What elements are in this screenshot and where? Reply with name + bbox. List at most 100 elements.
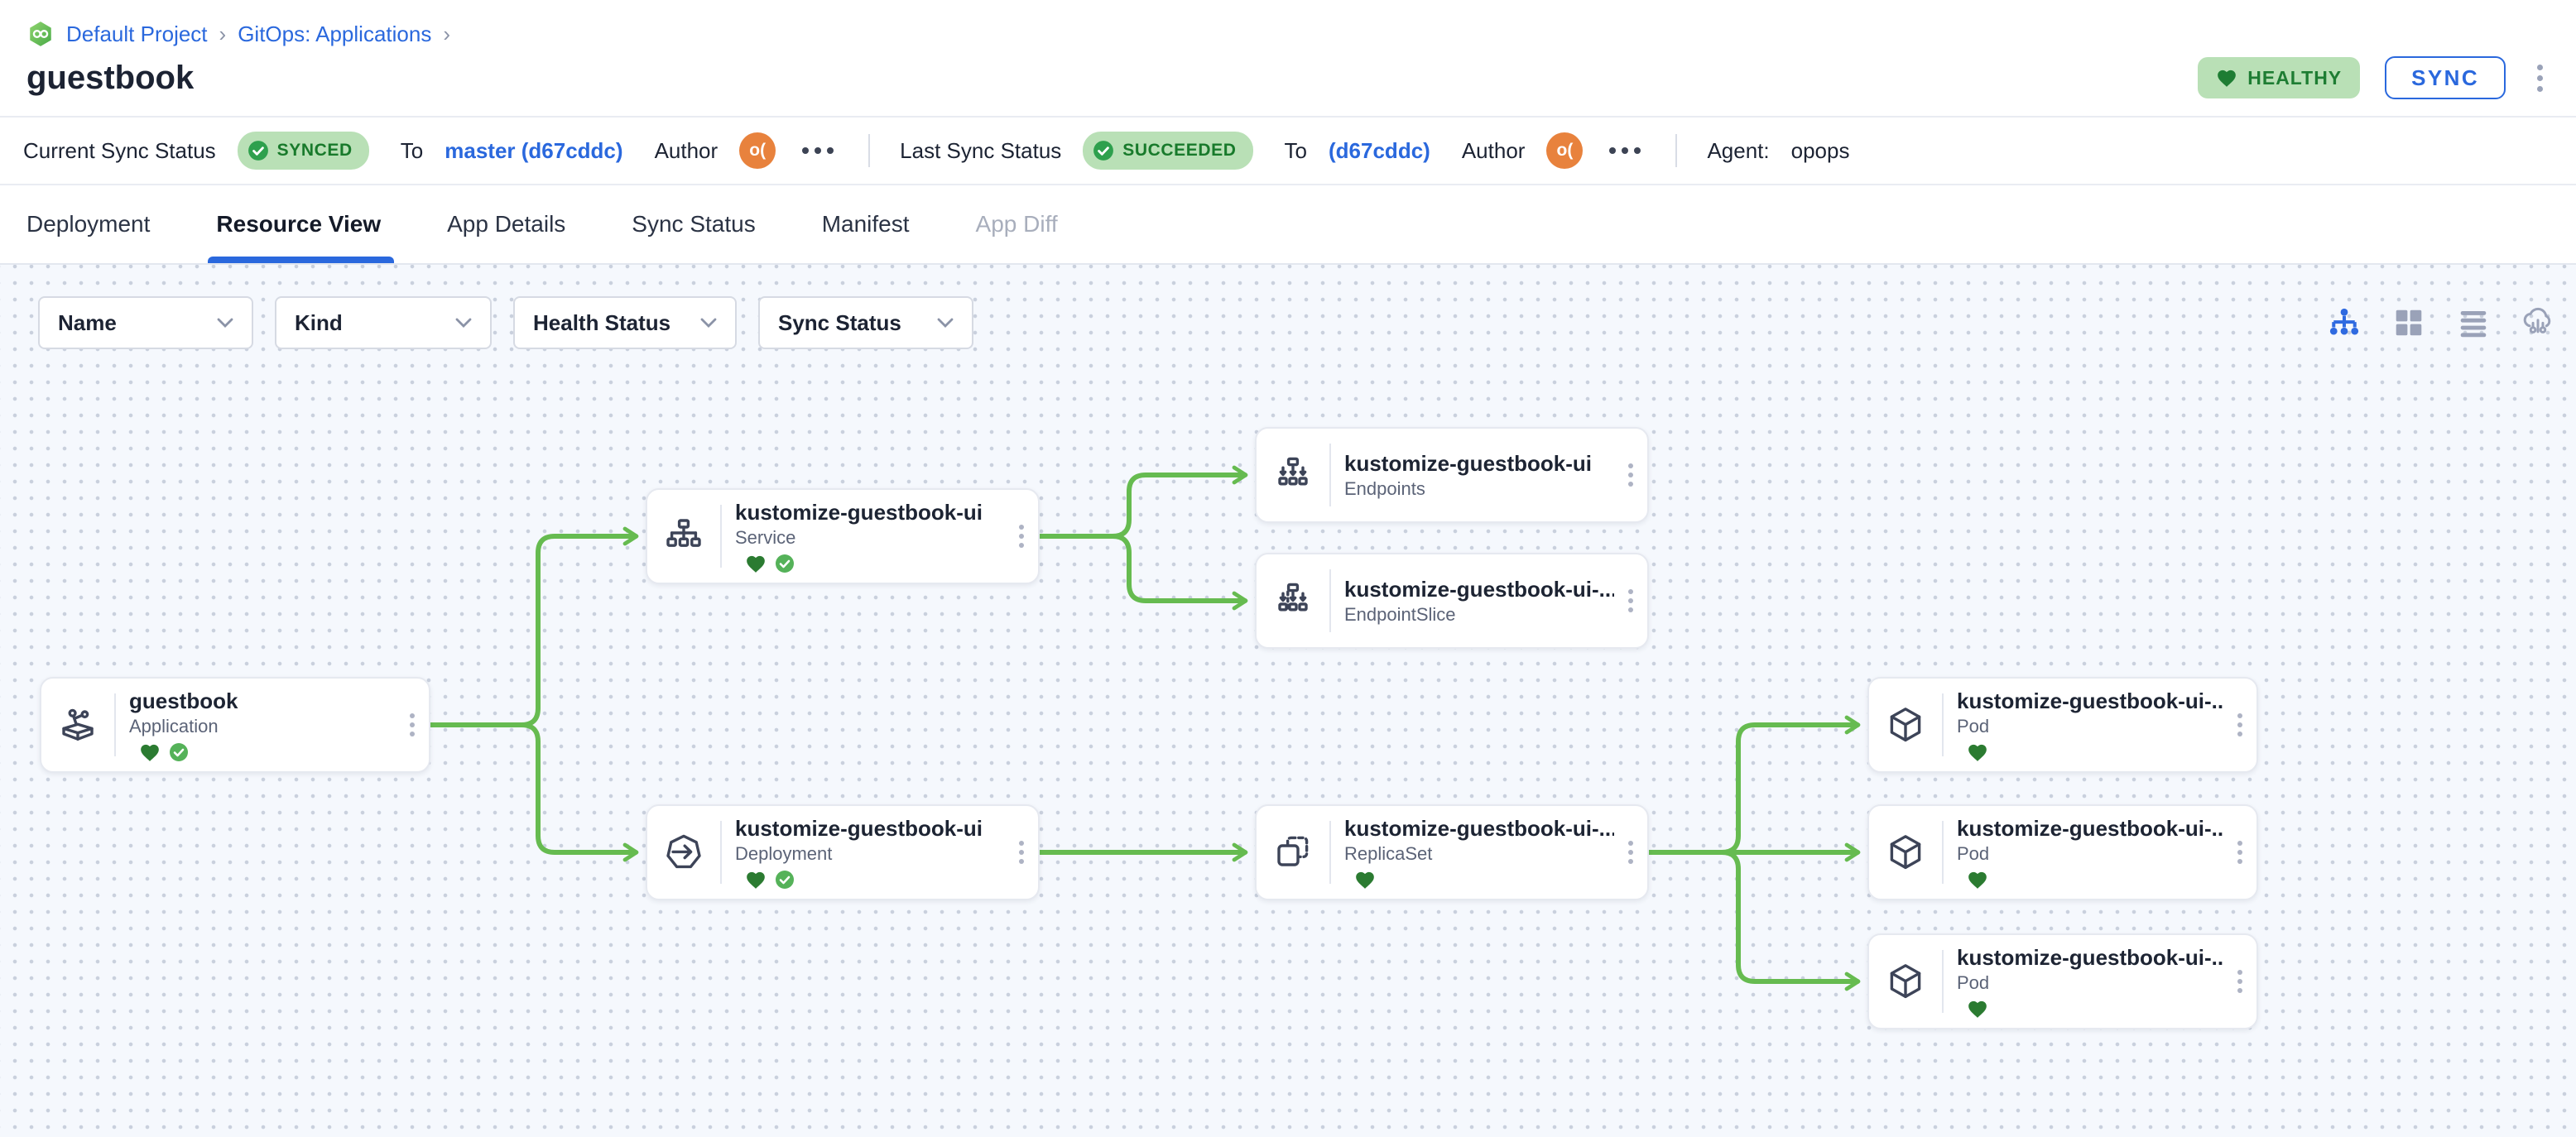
chevron-down-icon: [455, 318, 472, 328]
more-options-icon[interactable]: [2530, 61, 2550, 95]
synced-check-icon: [169, 742, 189, 762]
current-commit-link[interactable]: master (d67cddc): [445, 138, 622, 164]
filter-kind[interactable]: Kind: [275, 296, 492, 349]
filter-label: Name: [58, 309, 117, 335]
node-menu-icon[interactable]: [2223, 970, 2256, 993]
node-kind: Pod: [1957, 843, 1990, 864]
synced-check-icon: [775, 870, 795, 890]
list-view-icon[interactable]: [2455, 305, 2492, 341]
node-title: kustomize-guestbook-ui-...: [1957, 688, 2223, 713]
pod-icon: [1869, 831, 1942, 874]
sync-button[interactable]: SYNC: [2385, 56, 2506, 99]
filter-label: Kind: [295, 309, 343, 335]
node-title: kustomize-guestbook-ui-...: [1344, 816, 1614, 841]
view-toggles: [2326, 305, 2556, 341]
gitops-hexagon-icon: [26, 20, 55, 48]
divider: [868, 134, 871, 167]
node-menu-icon[interactable]: [1005, 525, 1038, 548]
node-health-indicators: [1967, 999, 2223, 1019]
resource-node-replicaset[interactable]: kustomize-guestbook-ui-... ReplicaSet: [1255, 804, 1649, 900]
to-label: To: [400, 137, 424, 163]
resource-node-application[interactable]: guestbook Application: [40, 677, 430, 773]
agent-label: Agent:: [1707, 137, 1770, 163]
tab-deployment[interactable]: Deployment: [26, 185, 150, 263]
edge-replicaset-pod1: [1646, 715, 1861, 855]
breadcrumb: Default Project › GitOps: Applications ›: [26, 20, 2550, 48]
node-title: kustomize-guestbook-ui: [735, 816, 983, 841]
tab-app-details[interactable]: App Details: [447, 185, 565, 263]
node-health-indicators: [139, 742, 396, 762]
commit-details-ellipsis-icon[interactable]: [1604, 142, 1646, 159]
tab-manifest[interactable]: Manifest: [822, 185, 910, 263]
node-health-indicators: [1967, 742, 2223, 762]
title-row: guestbook HEALTHY SYNC: [26, 56, 2550, 99]
grid-view-icon[interactable]: [2391, 305, 2427, 341]
tab-resource-view[interactable]: Resource View: [208, 185, 395, 263]
node-kind: ReplicaSet: [1344, 843, 1433, 864]
filter-health-status[interactable]: Health Status: [513, 296, 737, 349]
node-title: kustomize-guestbook-ui-...: [1957, 945, 2223, 970]
node-kind: Pod: [1957, 716, 1990, 736]
commit-details-ellipsis-icon[interactable]: [797, 142, 839, 159]
node-menu-icon[interactable]: [1005, 841, 1038, 864]
breadcrumb-section-link[interactable]: GitOps: Applications: [238, 22, 431, 47]
node-title: kustomize-guestbook-ui-...: [1344, 577, 1614, 602]
tree-view-icon[interactable]: [2326, 305, 2362, 341]
resource-node-endpoints[interactable]: kustomize-guestbook-ui Endpoints: [1255, 427, 1649, 523]
node-menu-icon[interactable]: [2223, 713, 2256, 736]
breadcrumb-project-link[interactable]: Default Project: [66, 22, 208, 47]
page-title: guestbook: [26, 60, 195, 96]
health-badge-label: HEALTHY: [2247, 66, 2343, 89]
node-kind: Pod: [1957, 972, 1990, 993]
node-title: guestbook: [129, 688, 238, 713]
chevron-down-icon: [937, 318, 954, 328]
healthy-heart-icon: [1967, 999, 1988, 1019]
breadcrumb-separator: ›: [443, 21, 450, 46]
node-menu-icon[interactable]: [2223, 841, 2256, 864]
breadcrumb-separator: ›: [219, 21, 227, 46]
healthy-heart-icon: [1967, 742, 1988, 762]
node-menu-icon[interactable]: [1614, 841, 1647, 864]
filter-sync-status[interactable]: Sync Status: [758, 296, 973, 349]
filter-name[interactable]: Name: [38, 296, 253, 349]
deployment-icon: [647, 831, 720, 874]
edge-app-deployment: [428, 722, 639, 862]
resource-node-pod[interactable]: kustomize-guestbook-ui-... Pod: [1867, 677, 2258, 773]
node-kind: Application: [129, 716, 219, 736]
healthy-heart-icon: [1967, 870, 1988, 890]
succeeded-status-badge: SUCCEEDED: [1083, 132, 1253, 170]
node-kind: EndpointSlice: [1344, 604, 1456, 625]
replicaset-icon: [1257, 831, 1329, 874]
edge-replicaset-pod3: [1646, 850, 1861, 991]
edge-app-service: [428, 526, 639, 727]
resource-node-endpointslice[interactable]: kustomize-guestbook-ui-... EndpointSlice: [1255, 553, 1649, 649]
filter-group: Name Kind Health Status Sync Status: [38, 296, 973, 349]
node-health-indicators: [1967, 870, 2223, 890]
author-label: Author: [654, 137, 718, 163]
node-kind: Endpoints: [1344, 478, 1425, 499]
health-status-badge: HEALTHY: [2198, 57, 2361, 98]
gitops-app-detail-page: Default Project › GitOps: Applications ›…: [0, 0, 2576, 1137]
tab-app-diff: App Diff: [975, 211, 1058, 237]
chevron-down-icon: [217, 318, 233, 328]
node-menu-icon[interactable]: [396, 713, 429, 736]
heart-icon: [2216, 68, 2237, 88]
pod-icon: [1869, 703, 1942, 746]
node-menu-icon[interactable]: [1614, 589, 1647, 612]
resource-node-pod[interactable]: kustomize-guestbook-ui-... Pod: [1867, 804, 2258, 900]
cloud-view-icon[interactable]: [2520, 305, 2556, 341]
resource-node-service[interactable]: kustomize-guestbook-ui Service: [646, 488, 1040, 584]
last-commit-link[interactable]: (d67cddc): [1329, 138, 1430, 164]
node-title: kustomize-guestbook-ui: [735, 500, 983, 525]
check-circle-icon: [1093, 141, 1114, 161]
status-bar: Current Sync Status SYNCED To master (d6…: [0, 116, 2576, 185]
resource-node-deployment[interactable]: kustomize-guestbook-ui Deployment: [646, 804, 1040, 900]
healthy-heart-icon: [745, 554, 767, 573]
node-health-indicators: [745, 870, 1005, 890]
node-health-indicators: [1354, 870, 1614, 890]
resource-node-pod[interactable]: kustomize-guestbook-ui-... Pod: [1867, 933, 2258, 1029]
synced-check-icon: [775, 554, 795, 573]
healthy-heart-icon: [745, 870, 767, 890]
node-menu-icon[interactable]: [1614, 463, 1647, 487]
tab-sync-status[interactable]: Sync Status: [632, 185, 755, 263]
